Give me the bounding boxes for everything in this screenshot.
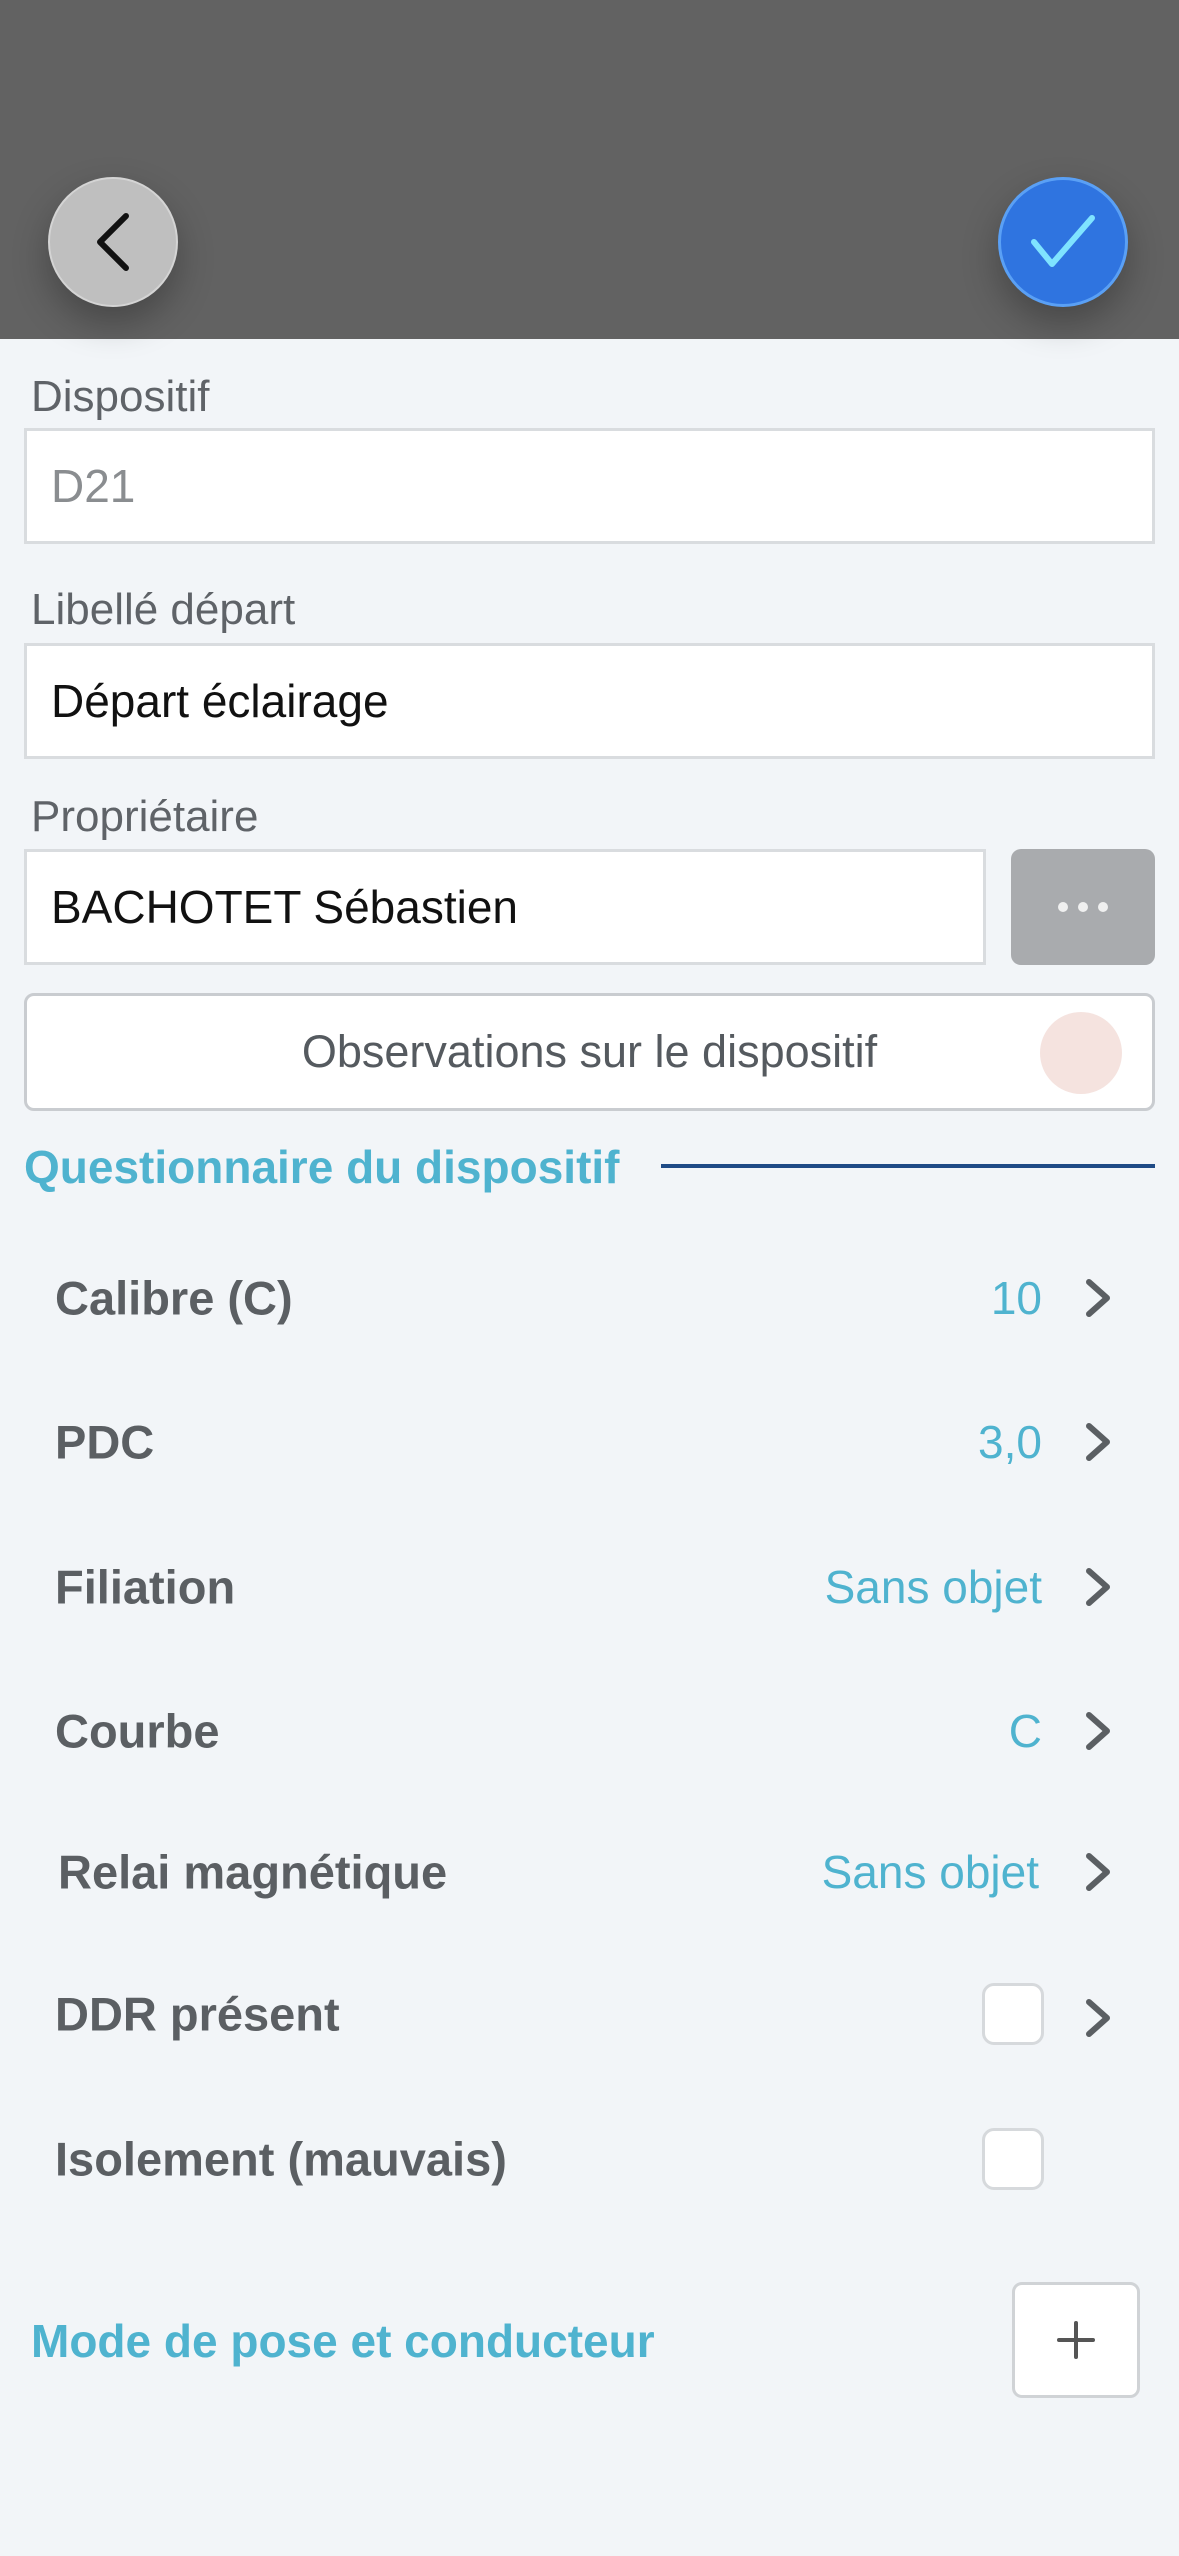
confirm-button[interactable] xyxy=(998,177,1128,307)
row-label: Filiation xyxy=(55,1560,236,1614)
dispositif-label: Dispositif xyxy=(31,372,210,421)
proprietaire-field[interactable]: BACHOTET Sébastien xyxy=(24,849,986,965)
chevron-left-icon xyxy=(97,213,129,271)
row-value: 10 xyxy=(990,1272,1042,1324)
questionnaire-row-courbe[interactable]: Courbe C xyxy=(24,1681,1155,1781)
row-value: 3,0 xyxy=(978,1416,1042,1468)
proprietaire-picker-button[interactable] xyxy=(1011,849,1155,965)
chevron-right-icon xyxy=(1086,1712,1110,1750)
row-label: PDC xyxy=(55,1415,155,1469)
header-bar xyxy=(0,0,1179,339)
row-label: Courbe xyxy=(55,1704,220,1758)
chevron-right-icon xyxy=(1086,1568,1110,1606)
ddr-checkbox[interactable] xyxy=(982,1983,1044,2045)
chevron-right-icon xyxy=(1086,1853,1110,1891)
ellipsis-icon xyxy=(1058,902,1108,912)
row-value: Sans objet xyxy=(824,1561,1042,1613)
proprietaire-label: Propriétaire xyxy=(31,792,259,841)
questionnaire-row-pdc[interactable]: PDC 3,0 xyxy=(24,1392,1155,1492)
observations-button[interactable]: Observations sur le dispositif xyxy=(24,993,1155,1111)
row-label: DDR présent xyxy=(55,1987,340,2041)
questionnaire-row-ddr[interactable]: DDR présent xyxy=(24,1964,1155,2064)
add-mode-pose-button[interactable] xyxy=(1012,2282,1140,2398)
questionnaire-title: Questionnaire du dispositif xyxy=(24,1141,620,1193)
plus-icon xyxy=(1057,2321,1095,2359)
isolement-checkbox[interactable] xyxy=(982,2128,1044,2190)
dispositif-field[interactable]: D21 xyxy=(24,428,1155,544)
observations-indicator xyxy=(1040,1012,1122,1094)
chevron-right-icon xyxy=(1086,1423,1110,1461)
mode-pose-title: Mode de pose et conducteur xyxy=(31,2315,655,2367)
libelle-depart-field[interactable]: Départ éclairage xyxy=(24,643,1155,759)
row-label: Isolement (mauvais) xyxy=(55,2132,507,2186)
questionnaire-row-relai-magnetique[interactable]: Relai magnétique Sans objet xyxy=(24,1822,1155,1922)
back-button[interactable] xyxy=(48,177,178,307)
libelle-depart-label: Libellé départ xyxy=(31,585,296,634)
chevron-right-icon xyxy=(1086,1279,1110,1317)
check-icon xyxy=(1031,215,1095,267)
row-value: C xyxy=(1008,1705,1042,1757)
questionnaire-row-isolement[interactable]: Isolement (mauvais) xyxy=(24,2109,1155,2209)
chevron-right-icon xyxy=(1086,1999,1110,2037)
row-value: Sans objet xyxy=(821,1846,1039,1898)
observations-button-label: Observations sur le dispositif xyxy=(301,1026,878,1077)
row-label: Relai magnétique xyxy=(58,1845,448,1899)
row-label: Calibre (C) xyxy=(55,1271,293,1325)
section-divider xyxy=(661,1164,1155,1168)
questionnaire-row-calibre[interactable]: Calibre (C) 10 xyxy=(24,1248,1155,1348)
questionnaire-row-filiation[interactable]: Filiation Sans objet xyxy=(24,1537,1155,1637)
